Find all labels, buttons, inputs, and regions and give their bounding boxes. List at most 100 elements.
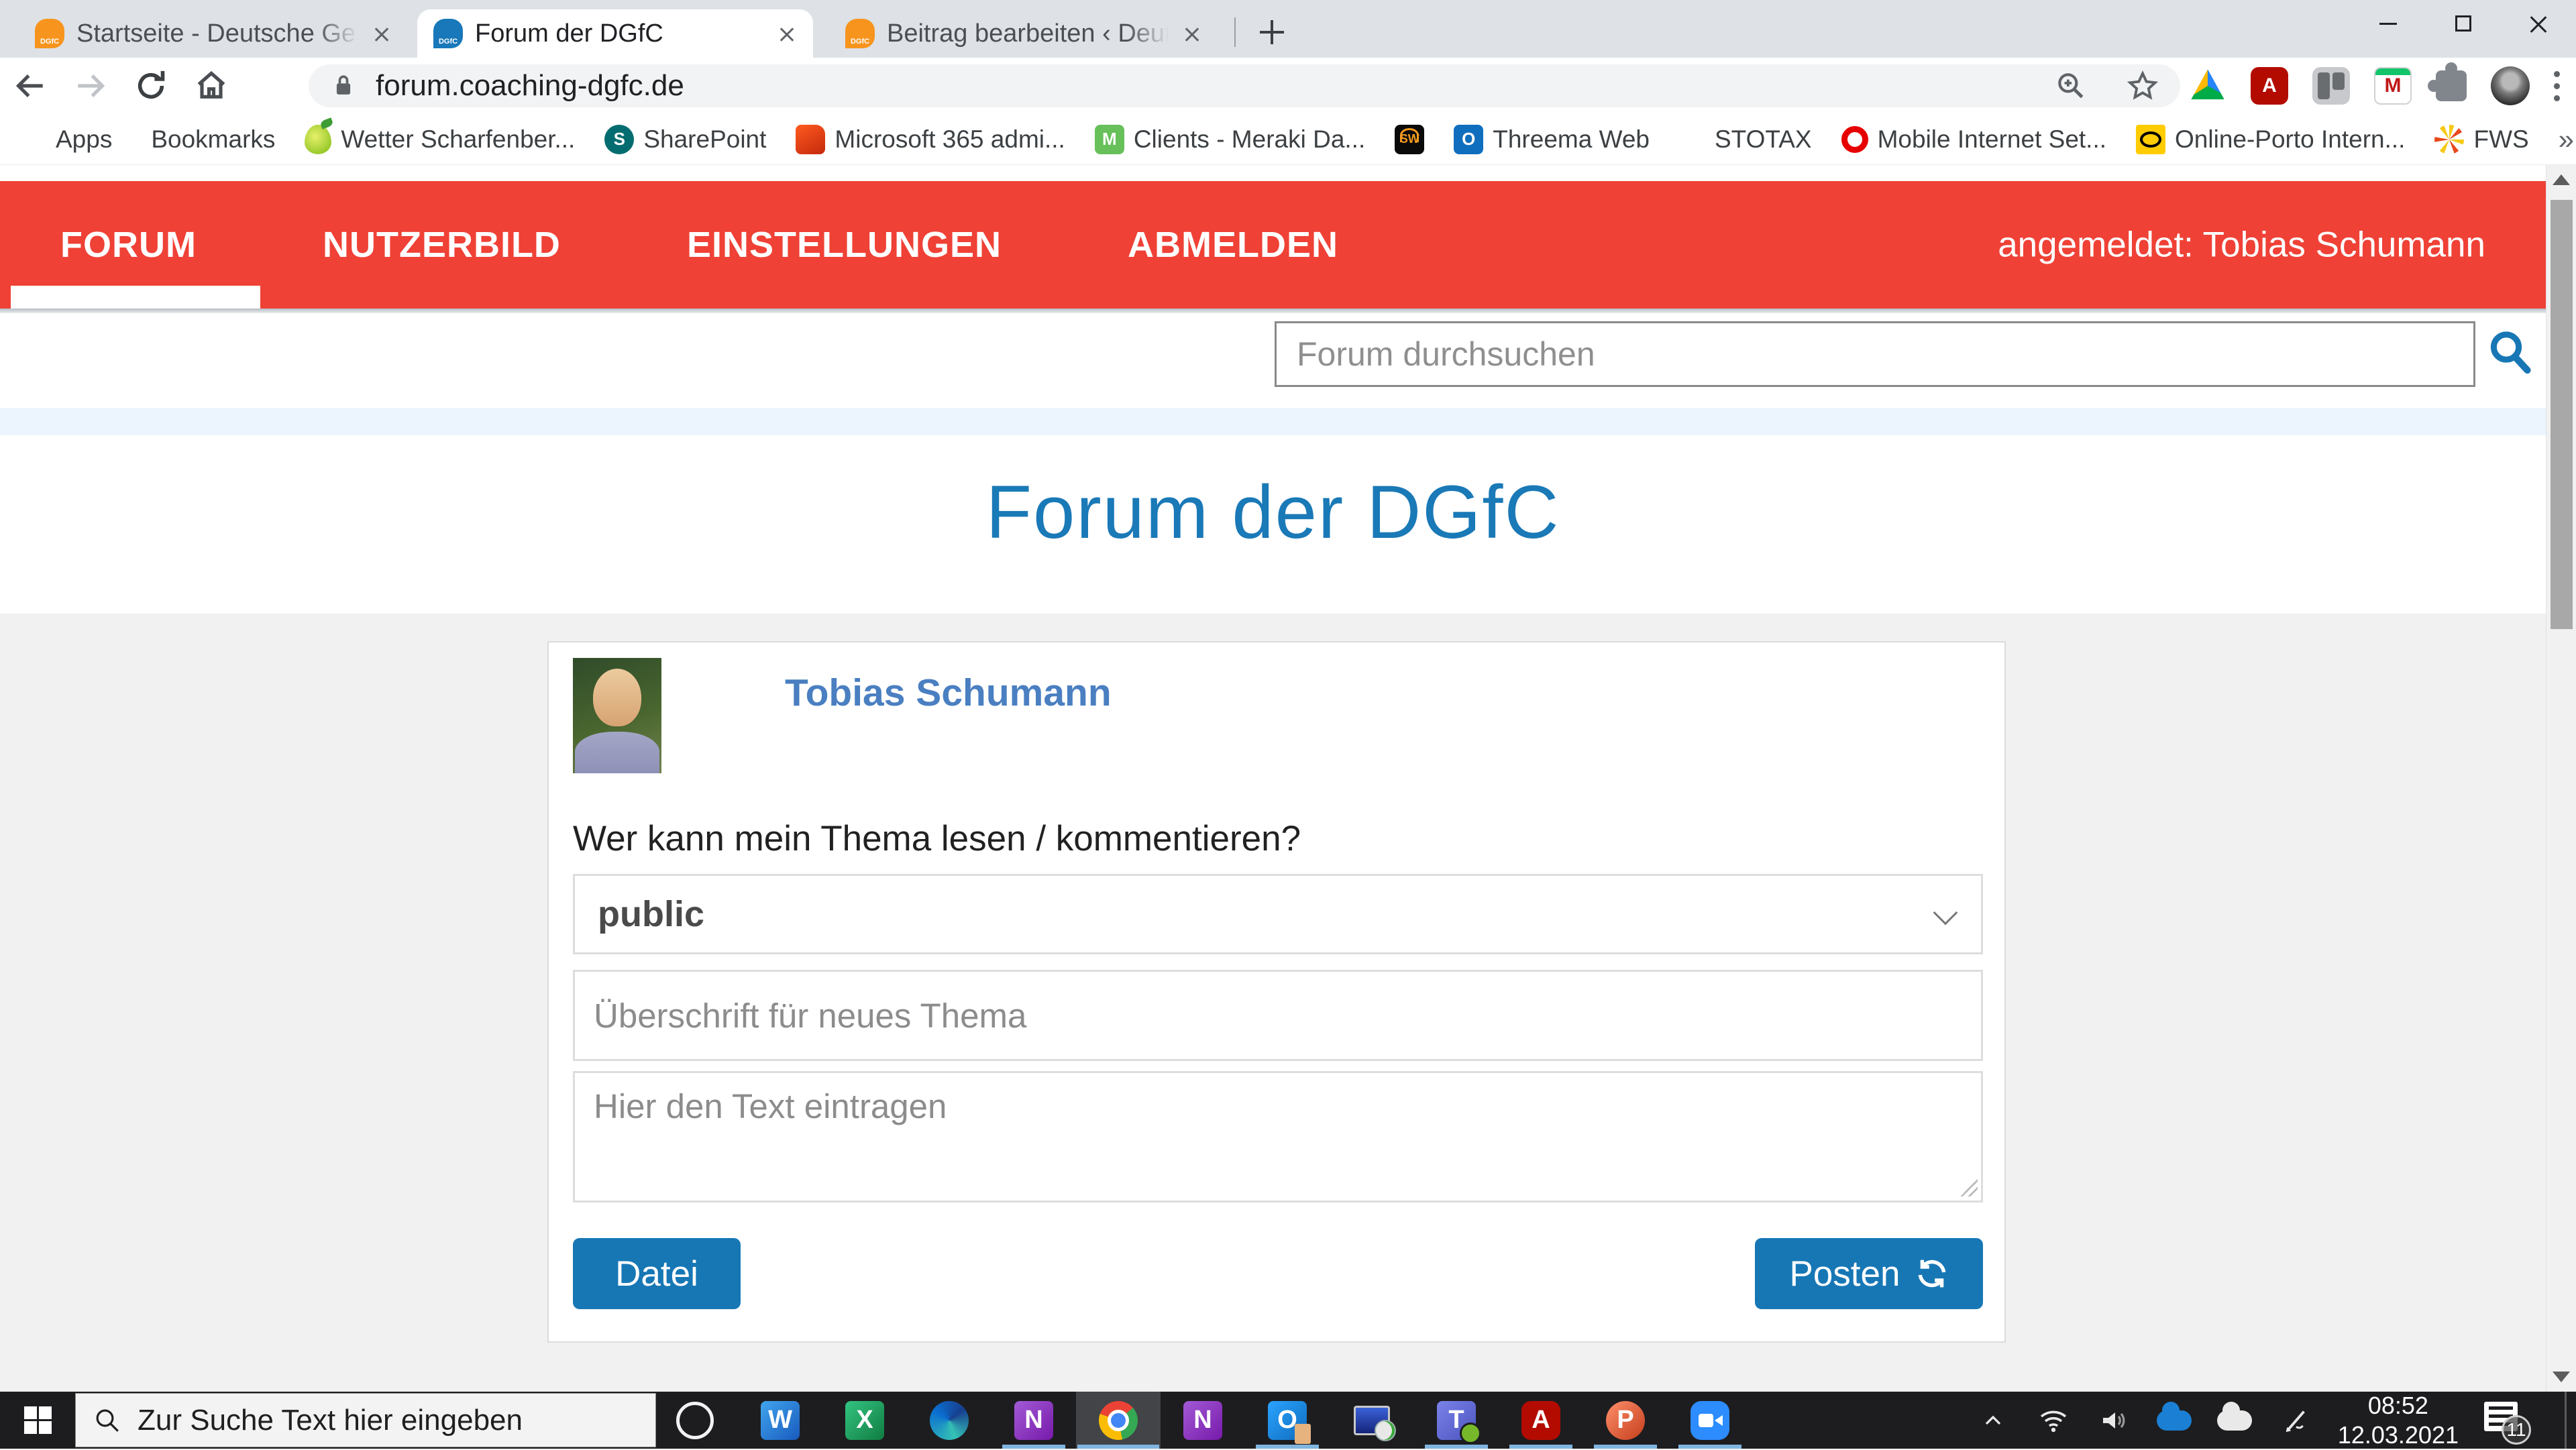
address-bar[interactable]: forum.coaching-dgfc.de [309,64,2180,107]
textarea-resize-grip[interactable] [1960,1179,1978,1196]
zoom-page-icon[interactable] [2054,69,2088,103]
maximize-button[interactable] [2426,0,2501,47]
bookmark-microsoft365[interactable]: Microsoft 365 admi... [796,124,1065,154]
browser-tab-beitrag[interactable]: DGfC Beitrag bearbeiten ‹ Deutsche Ge [829,9,1218,58]
cortana-icon[interactable] [676,1401,714,1439]
bookmark-bookmarks[interactable]: Bookmarks [142,125,275,154]
tray-chevron-up-icon[interactable] [1976,1403,2010,1438]
lime-icon [305,124,332,154]
browser-menu-icon[interactable] [2554,70,2560,101]
show-desktop-button[interactable] [2565,1392,2567,1449]
taskbar-outlook[interactable]: O [1245,1392,1330,1449]
notification-center[interactable]: 11 [2484,1400,2531,1445]
browser-profile-avatar[interactable] [2491,66,2530,105]
taskbar-excel[interactable]: X [822,1392,907,1449]
bookmark-meraki[interactable]: M Clients - Meraki Da... [1094,124,1365,154]
extensions-puzzle-icon[interactable] [2436,70,2467,101]
chrome-icon [1099,1400,1138,1440]
bookmark-label: Bookmarks [151,125,276,153]
screen: DGfC Startseite - Deutsche Gesellschaf D… [0,0,2576,1449]
taskbar-search[interactable]: Zur Suche Text hier eingeben [75,1393,656,1447]
new-tab-button[interactable] [1256,16,1288,48]
taskbar-teams[interactable]: T [1414,1392,1499,1449]
scrollbar-up-arrow[interactable] [2553,174,2570,185]
teams-icon: T [1437,1400,1481,1444]
nav-nutzerbild[interactable]: NUTZERBILD [258,224,623,266]
zoom-camera-icon [1690,1400,1729,1440]
minimize-button[interactable] [2351,0,2426,47]
bookmarks-overflow-chevron[interactable]: » [2559,123,2574,156]
bookmark-apps[interactable]: Apps [19,125,112,154]
bookmark-sw[interactable]: SW [1395,124,1425,154]
tab-close-icon[interactable] [370,22,393,45]
window-controls [2351,0,2576,47]
bookmarks-right-group: » Weitere Lesezeichen [2559,123,2576,156]
onedrive-icon[interactable] [2156,1401,2192,1431]
browser-tab-startseite[interactable]: DGfC Startseite - Deutsche Gesellschaf [19,9,408,58]
threema-icon: O [1454,124,1484,154]
google-drive-icon[interactable] [2191,69,2224,100]
lock-icon [336,75,351,95]
close-button[interactable] [2501,0,2576,47]
gray-extension-icon[interactable] [2312,67,2350,105]
taskbar-powerpoint[interactable]: P [1583,1392,1668,1449]
forward-button[interactable] [60,62,121,109]
bookmark-sharepoint[interactable]: S SharePoint [604,124,766,154]
taskbar-clock[interactable]: 08:52 12.03.2021 [2338,1391,2459,1450]
taskbar-word[interactable]: W [738,1392,822,1449]
bookmark-label: Microsoft 365 admi... [835,125,1065,153]
nav-forum[interactable]: FORUM [0,224,258,266]
forum-search-button[interactable] [2486,328,2534,376]
light-blue-band [0,408,2546,435]
spark-icon [2434,124,2465,154]
scrollbar-down-arrow[interactable] [2553,1372,2570,1382]
visibility-select[interactable]: public [573,874,1983,954]
bookmark-fws[interactable]: FWS [2434,124,2529,154]
tab-close-icon[interactable] [775,22,798,45]
taskbar-onenote[interactable]: N [991,1392,1076,1449]
topic-body-textarea[interactable] [573,1071,1983,1203]
bookmark-mobile-internet[interactable]: Mobile Internet Set... [1841,125,2106,154]
home-button[interactable] [181,62,241,109]
bookmark-wetter[interactable]: Wetter Scharfenber... [305,124,575,154]
taskbar-zoom[interactable] [1668,1392,1752,1449]
nav-shadow [0,309,2546,313]
nav-abmelden[interactable]: ABMELDEN [1063,224,1400,266]
post-button[interactable]: Posten [1755,1238,1983,1309]
forum-search-input[interactable] [1275,321,2475,387]
nav-einstellungen[interactable]: EINSTELLUNGEN [623,224,1063,266]
bookmark-online-porto[interactable]: Online-Porto Intern... [2136,124,2405,154]
edge-icon [930,1400,969,1440]
page-title: Forum der DGfC [985,470,1560,554]
browser-tab-forum-active[interactable]: DGfC Forum der DGfC [417,9,813,58]
back-button[interactable] [0,62,60,109]
taskbar-edge[interactable] [907,1392,991,1449]
url-text[interactable]: forum.coaching-dgfc.de [376,69,2054,103]
onedrive-personal-icon[interactable] [2216,1401,2252,1431]
acrobat-extension-icon[interactable]: A [2251,67,2288,105]
bookmark-stotax[interactable]: STOTAX [1679,125,1812,154]
bookmark-threema[interactable]: O Threema Web [1454,124,1650,154]
taskbar-remote-desktop[interactable] [1330,1392,1414,1449]
scrollbar-thumb[interactable] [2551,200,2573,629]
wifi-icon[interactable] [2036,1403,2071,1438]
new-topic-card: Tobias Schumann Wer kann mein Thema lese… [547,641,2006,1343]
volume-icon[interactable] [2096,1403,2131,1438]
close-icon [2529,14,2548,33]
mcafee-icon[interactable]: M [2374,67,2412,105]
taskbar-acrobat[interactable]: A [1499,1392,1583,1449]
author-name[interactable]: Tobias Schumann [785,671,1112,715]
pen-icon[interactable] [2277,1403,2312,1438]
start-button[interactable] [0,1392,75,1449]
stotax-icon [1679,126,1705,152]
taskbar-onenote-2[interactable]: N [1161,1392,1245,1449]
title-band: Forum der DGfC [0,435,2546,614]
tab-close-icon[interactable] [1181,22,1203,45]
reload-button[interactable] [121,62,181,109]
page-scrollbar[interactable] [2546,165,2576,1392]
taskbar-chrome-active[interactable] [1076,1392,1161,1449]
bookmark-star-icon[interactable] [2125,68,2160,103]
topic-title-input[interactable] [573,970,1983,1061]
file-button[interactable]: Datei [573,1238,741,1309]
dgfc-favicon: DGfC [845,19,875,48]
